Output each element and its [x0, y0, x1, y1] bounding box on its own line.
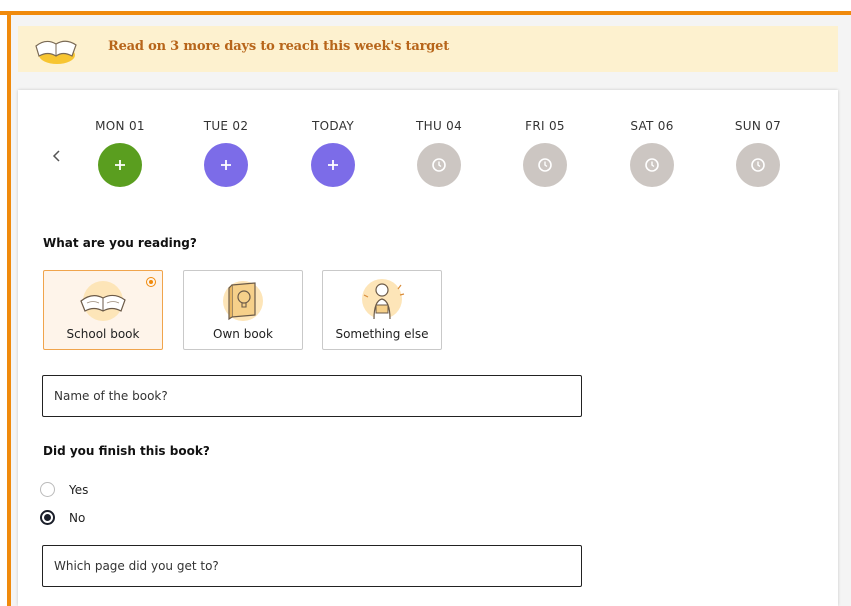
closed-book-icon — [223, 281, 263, 321]
day-mon-01: MON 01 — [80, 118, 160, 187]
radio-no[interactable]: No — [40, 510, 85, 525]
day-mon-01-add-button[interactable] — [98, 143, 142, 187]
day-today: TODAY — [293, 118, 373, 187]
clock-icon — [432, 158, 446, 172]
weekly-target-banner: Read on 3 more days to reach this week's… — [18, 26, 838, 72]
clock-icon — [645, 158, 659, 172]
radio-button[interactable] — [40, 482, 55, 497]
option-own-book[interactable]: Own book — [183, 270, 303, 350]
radio-label: Yes — [69, 482, 89, 497]
radio-button[interactable] — [40, 510, 55, 525]
finished-question: Did you finish this book? — [43, 444, 210, 458]
day-tue-02: TUE 02 — [186, 118, 266, 187]
option-something-else[interactable]: Something else — [322, 270, 442, 350]
clock-icon — [538, 158, 552, 172]
previous-week-button[interactable] — [50, 146, 64, 166]
day-sat-06: SAT 06 — [612, 118, 692, 187]
day-label: MON 01 — [95, 119, 145, 133]
day-thu-04: THU 04 — [399, 118, 479, 187]
plus-icon — [328, 160, 338, 170]
selected-indicator — [146, 277, 156, 287]
child-reading-icon — [362, 279, 405, 320]
radio-label: No — [69, 510, 86, 525]
day-label: TODAY — [312, 119, 354, 133]
day-label: FRI 05 — [525, 119, 565, 133]
day-thu-04-pending-button — [417, 143, 461, 187]
day-sun-07: SUN 07 — [718, 118, 798, 187]
open-book-icon — [80, 281, 126, 321]
banner-message: Read on 3 more days to reach this week's… — [108, 39, 450, 54]
day-label: TUE 02 — [203, 119, 249, 133]
day-tue-02-add-button[interactable] — [204, 143, 248, 187]
book-name-input[interactable] — [42, 375, 582, 417]
day-today-add-button[interactable] — [311, 143, 355, 187]
chevron-left-icon — [52, 150, 60, 162]
option-label: Something else — [335, 327, 429, 341]
reading-type-question: What are you reading? — [43, 236, 197, 250]
option-label: Own book — [213, 327, 273, 341]
day-sun-07-pending-button — [736, 143, 780, 187]
option-school-book[interactable]: School book — [43, 270, 163, 350]
radio-yes[interactable]: Yes — [40, 482, 88, 497]
day-label: THU 04 — [415, 119, 463, 133]
day-label: SAT 06 — [630, 119, 674, 133]
open-book-icon — [35, 40, 77, 64]
plus-icon — [221, 160, 231, 170]
plus-icon — [115, 160, 125, 170]
day-sat-06-pending-button — [630, 143, 674, 187]
day-fri-05: FRI 05 — [505, 118, 585, 187]
option-label: School book — [66, 327, 140, 341]
day-label: SUN 07 — [734, 119, 782, 133]
day-fri-05-pending-button — [523, 143, 567, 187]
page-reached-input[interactable] — [42, 545, 582, 587]
clock-icon — [751, 158, 765, 172]
